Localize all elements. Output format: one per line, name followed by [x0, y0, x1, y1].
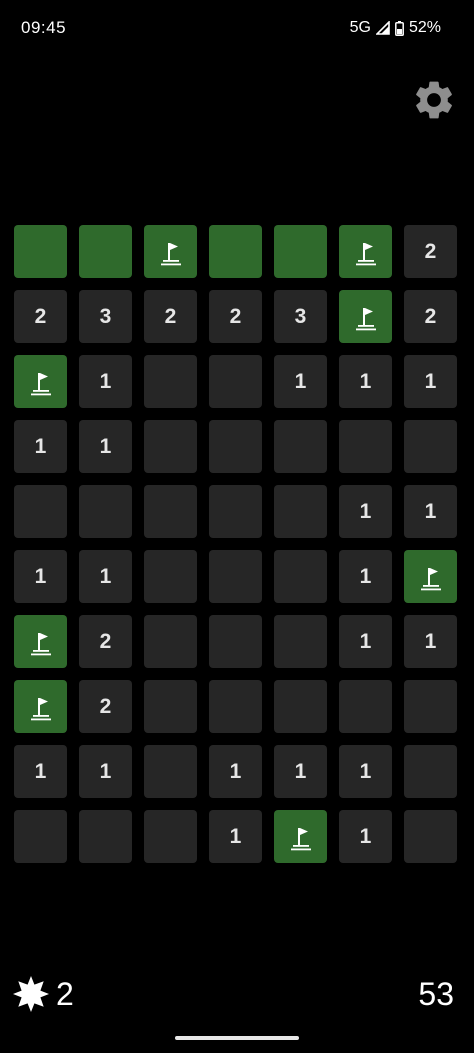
flag-icon	[160, 242, 181, 265]
empty-cell[interactable]	[144, 810, 197, 863]
flagged-cell[interactable]	[14, 615, 67, 668]
battery-icon	[395, 20, 404, 36]
number-cell[interactable]: 1	[339, 550, 392, 603]
number-cell[interactable]: 1	[209, 745, 262, 798]
hidden-cell[interactable]	[209, 225, 262, 278]
number-cell[interactable]: 1	[274, 745, 327, 798]
game-screen: 09:45 5G 52% 2232232111111111 1 1 2 1 1 …	[0, 0, 474, 1053]
flag-icon	[355, 242, 376, 265]
number-cell[interactable]: 1	[339, 355, 392, 408]
number-cell[interactable]: 3	[79, 290, 132, 343]
flagged-cell[interactable]	[339, 290, 392, 343]
signal-icon	[375, 21, 390, 35]
flagged-cell[interactable]	[14, 355, 67, 408]
empty-cell[interactable]	[404, 745, 457, 798]
empty-cell[interactable]	[209, 680, 262, 733]
empty-cell[interactable]	[209, 485, 262, 538]
hidden-cell[interactable]	[79, 225, 132, 278]
number-cell[interactable]: 1	[274, 355, 327, 408]
minefield-board: 22322321111111111121121111111	[14, 225, 457, 863]
number-cell[interactable]: 1	[404, 485, 457, 538]
number-cell[interactable]: 1	[79, 745, 132, 798]
hidden-cell[interactable]	[14, 225, 67, 278]
number-cell[interactable]: 2	[209, 290, 262, 343]
flagged-cell[interactable]	[274, 810, 327, 863]
flagged-cell[interactable]	[404, 550, 457, 603]
empty-cell[interactable]	[274, 680, 327, 733]
number-cell[interactable]: 1	[14, 420, 67, 473]
empty-cell[interactable]	[274, 485, 327, 538]
number-cell[interactable]: 2	[79, 680, 132, 733]
empty-cell[interactable]	[404, 810, 457, 863]
empty-cell[interactable]	[339, 420, 392, 473]
status-bar: 09:45 5G 52%	[0, 0, 474, 60]
empty-cell[interactable]	[144, 420, 197, 473]
number-cell[interactable]: 1	[79, 420, 132, 473]
number-cell[interactable]: 1	[209, 810, 262, 863]
number-cell[interactable]: 1	[339, 615, 392, 668]
hidden-cell[interactable]	[274, 225, 327, 278]
empty-cell[interactable]	[339, 680, 392, 733]
timer: 53	[418, 976, 454, 1012]
flagged-cell[interactable]	[339, 225, 392, 278]
empty-cell[interactable]	[209, 420, 262, 473]
gear-icon	[416, 81, 452, 119]
empty-cell[interactable]	[79, 810, 132, 863]
empty-cell[interactable]	[144, 550, 197, 603]
empty-cell[interactable]	[144, 680, 197, 733]
flag-icon	[355, 307, 376, 330]
status-icons: 5G 52%	[350, 19, 441, 37]
number-cell[interactable]: 1	[14, 550, 67, 603]
flag-icon	[30, 372, 51, 395]
settings-button[interactable]	[411, 77, 457, 123]
empty-cell[interactable]	[404, 680, 457, 733]
number-cell[interactable]: 1	[404, 355, 457, 408]
empty-cell[interactable]	[144, 745, 197, 798]
battery-percent: 52%	[408, 19, 441, 36]
number-cell[interactable]: 1	[79, 355, 132, 408]
empty-cell[interactable]	[209, 550, 262, 603]
flagged-cell[interactable]	[144, 225, 197, 278]
status-time: 09:45	[21, 18, 67, 37]
mine-counter: 2	[12, 974, 74, 1014]
flag-icon	[30, 697, 51, 720]
number-cell[interactable]: 2	[79, 615, 132, 668]
empty-cell[interactable]	[144, 355, 197, 408]
number-cell[interactable]: 1	[79, 550, 132, 603]
flag-icon	[290, 827, 311, 850]
empty-cell[interactable]	[274, 550, 327, 603]
empty-cell[interactable]	[274, 420, 327, 473]
empty-cell[interactable]	[144, 485, 197, 538]
number-cell[interactable]: 2	[14, 290, 67, 343]
empty-cell[interactable]	[274, 615, 327, 668]
mine-icon	[13, 976, 49, 1012]
flag-icon	[420, 567, 441, 590]
number-cell[interactable]: 1	[339, 485, 392, 538]
network-label: 5G	[349, 19, 371, 36]
flagged-cell[interactable]	[14, 680, 67, 733]
empty-cell[interactable]	[209, 355, 262, 408]
empty-cell[interactable]	[14, 485, 67, 538]
number-cell[interactable]: 2	[404, 290, 457, 343]
number-cell[interactable]: 2	[144, 290, 197, 343]
navigation-handle[interactable]	[175, 1036, 299, 1040]
number-cell[interactable]: 1	[404, 615, 457, 668]
mines-remaining: 2	[56, 976, 74, 1012]
number-cell[interactable]: 3	[274, 290, 327, 343]
number-cell[interactable]: 1	[339, 810, 392, 863]
number-cell[interactable]: 2	[404, 225, 457, 278]
empty-cell[interactable]	[79, 485, 132, 538]
empty-cell[interactable]	[209, 615, 262, 668]
number-cell[interactable]: 1	[339, 745, 392, 798]
number-cell[interactable]: 1	[14, 745, 67, 798]
empty-cell[interactable]	[14, 810, 67, 863]
flag-icon	[30, 632, 51, 655]
empty-cell[interactable]	[404, 420, 457, 473]
empty-cell[interactable]	[144, 615, 197, 668]
